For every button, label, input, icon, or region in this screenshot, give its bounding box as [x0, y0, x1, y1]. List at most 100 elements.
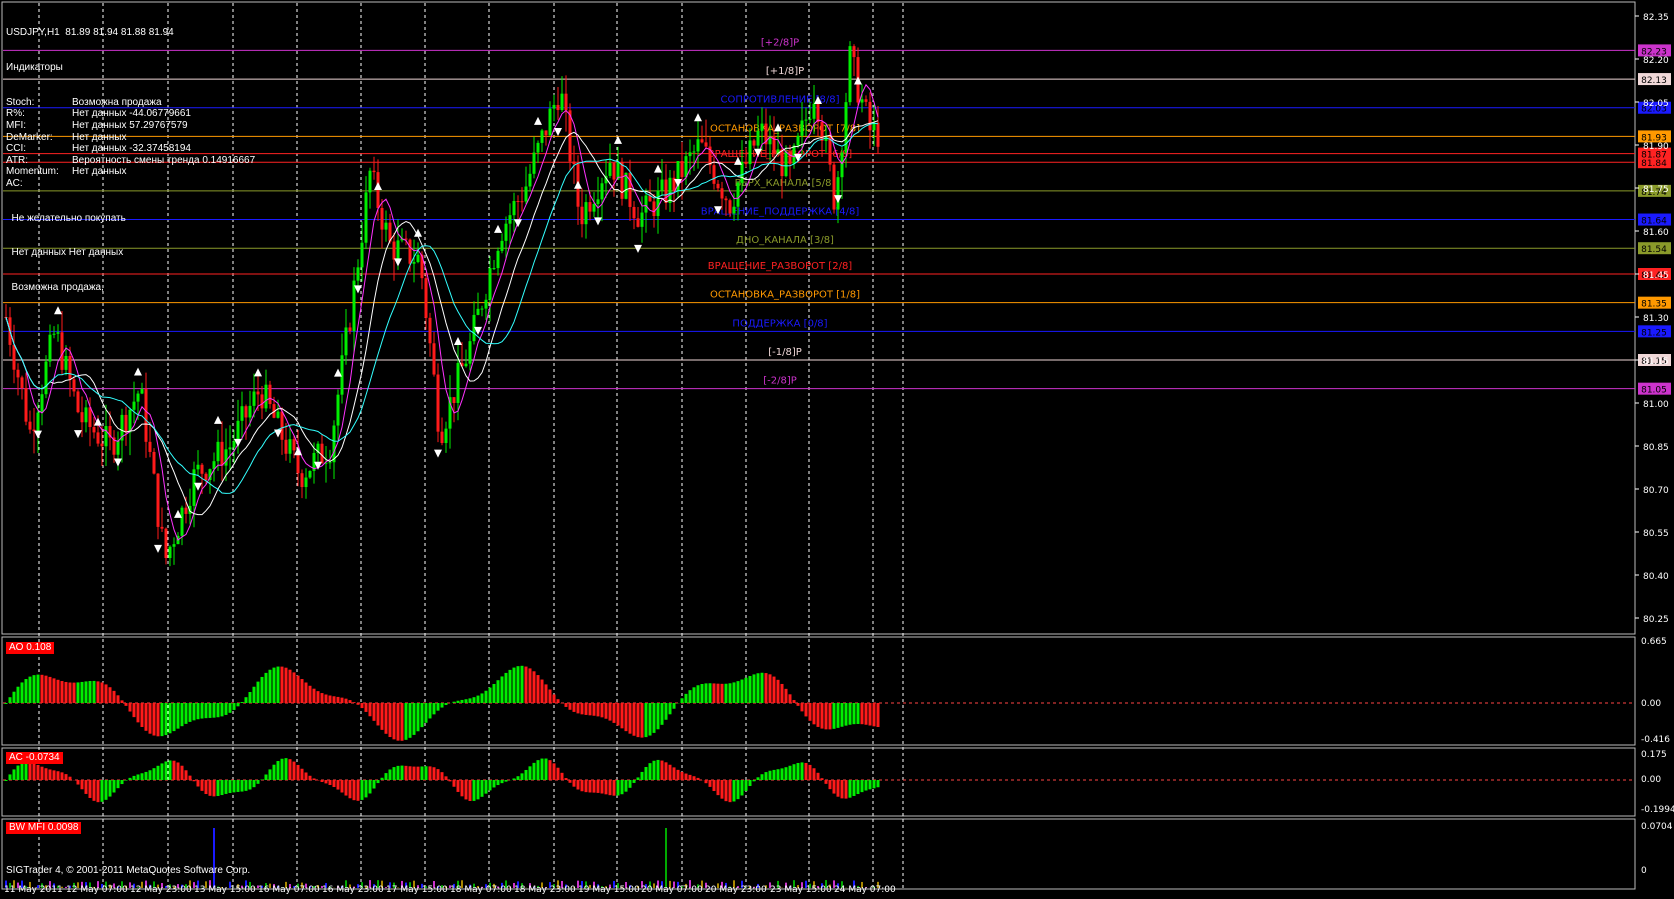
ac-bar — [129, 778, 132, 780]
price-axis-label: 82.05 — [1643, 99, 1669, 109]
ao-bar — [405, 703, 408, 740]
ao-bar — [337, 697, 340, 703]
ac-bar — [201, 780, 204, 791]
time-axis-label: 24 May 07:00 — [834, 885, 896, 895]
ao-bar — [593, 703, 596, 716]
ao-bar — [749, 676, 752, 703]
candle-body — [185, 508, 188, 514]
candle-body — [333, 426, 336, 463]
ao-bar — [377, 703, 380, 725]
ao-bar — [397, 703, 400, 741]
copyright-text: SIGTrader 4, © 2001-2011 MetaQuotes Soft… — [6, 865, 250, 876]
ao-bar — [261, 677, 264, 703]
ao-bar — [705, 683, 708, 703]
ac-bar — [869, 780, 872, 789]
ao-bar — [729, 683, 732, 703]
ao-bar — [313, 689, 316, 703]
candle-body — [805, 120, 808, 121]
ao-bar — [9, 697, 12, 703]
ac-bar — [313, 778, 316, 780]
trading-chart-window[interactable]: [+2/8]P82.23[+1/8]P82.13СОПРОТИВЛЕНИЕ [8… — [0, 0, 1674, 895]
ao-bar — [357, 703, 360, 705]
candle-body — [753, 140, 756, 145]
ac-bar — [733, 780, 736, 801]
candle-body — [513, 201, 516, 215]
ac-bar — [725, 780, 728, 801]
ao-bar — [661, 703, 664, 725]
ac-bar — [697, 778, 700, 780]
fractal-arrow-icon — [114, 459, 122, 467]
ac-bar — [693, 776, 696, 780]
ao-bar — [101, 682, 104, 703]
time-axis-label: 20 May 07:00 — [641, 885, 703, 895]
candle-body — [97, 432, 100, 443]
ao-bar — [305, 683, 308, 703]
ac-bar — [585, 780, 588, 792]
candle-body — [173, 544, 176, 547]
ac-bar — [353, 780, 356, 800]
ao-bar — [137, 703, 140, 722]
ao-bar — [769, 674, 772, 703]
ao-bar — [581, 703, 584, 714]
bwmfi-axis-label: 0 — [1641, 866, 1647, 876]
ac-bar — [141, 773, 144, 780]
ao-bar — [505, 673, 508, 703]
ac-bar — [421, 766, 424, 780]
candle-body — [17, 370, 20, 378]
price-axis-label: 81.15 — [1643, 357, 1669, 367]
candle-body — [733, 207, 736, 214]
ao-bar — [429, 703, 432, 718]
ac-bar — [649, 763, 652, 780]
ao-bar — [565, 703, 568, 707]
ac-bar — [773, 770, 776, 780]
ao-bar — [469, 698, 472, 703]
ao-bar — [745, 678, 748, 703]
ao-bar — [257, 682, 260, 703]
ac-bar — [349, 780, 352, 798]
ac-bar — [605, 780, 608, 794]
candle-body — [377, 172, 380, 208]
ac-bar — [5, 780, 8, 781]
candle-body — [653, 201, 656, 216]
ao-bar — [613, 703, 616, 723]
ao-bar — [145, 703, 148, 731]
ao-bar — [97, 681, 100, 703]
candle-body — [49, 335, 52, 362]
candle-body — [493, 268, 496, 269]
ac-bar — [453, 780, 456, 787]
ac-bar — [817, 773, 820, 780]
candle-body — [553, 105, 556, 109]
ao-bar — [209, 703, 212, 718]
candle-body — [53, 334, 56, 335]
ao-bar — [297, 676, 300, 703]
price-axis-label: 80.70 — [1643, 486, 1669, 496]
candle-body — [205, 474, 208, 480]
murrey-level-label: ОСТАНОВКА_РАЗВОРОТ [1/8] — [710, 290, 860, 301]
ao-bar — [797, 703, 800, 706]
indicator-key: AC: — [6, 178, 72, 190]
candle-body — [41, 394, 44, 412]
ac-bar — [93, 780, 96, 801]
candle-body — [785, 151, 788, 176]
indicator-key: CCI: — [6, 143, 72, 155]
ac-bar — [97, 780, 100, 802]
ao-bar — [621, 703, 624, 728]
ao-bar — [189, 703, 192, 722]
candle-body — [181, 508, 184, 536]
ac-bar — [589, 780, 592, 792]
candle-body — [613, 163, 616, 180]
ac-bar — [33, 763, 36, 780]
indicators-heading: Индикаторы — [6, 62, 255, 74]
ao-bar — [385, 703, 388, 734]
ao-bar — [513, 668, 516, 703]
candle-body — [877, 123, 880, 147]
ao-bar — [329, 696, 332, 703]
candle-body — [385, 223, 388, 230]
ac-bar — [397, 766, 400, 780]
ac-bar — [629, 780, 632, 788]
candle-body — [477, 309, 480, 315]
ao-bar — [521, 666, 524, 703]
ao-bar — [165, 703, 168, 735]
ao-bar — [549, 689, 552, 703]
candle-body — [669, 178, 672, 203]
